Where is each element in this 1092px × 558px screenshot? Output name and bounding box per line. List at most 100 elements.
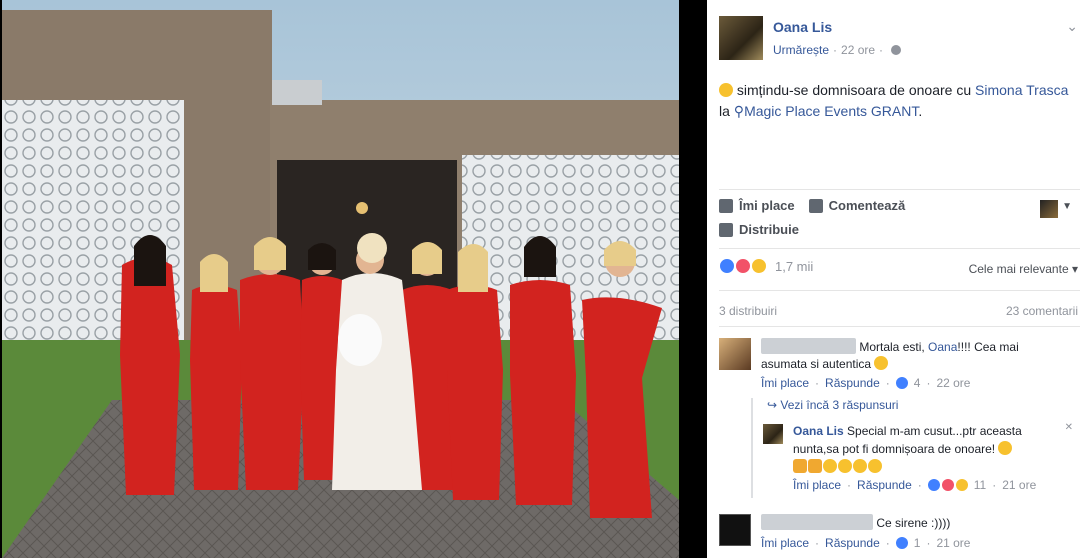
reply-author-name[interactable]: Oana Lis xyxy=(793,424,844,438)
sort-dropdown[interactable]: Cele mai relevante ▾ xyxy=(969,262,1078,276)
more-replies-label: Vezi încă 3 răspunsuri xyxy=(780,398,899,412)
post-time[interactable]: 22 ore xyxy=(841,43,875,57)
like-button-label: Îmi place xyxy=(739,198,795,213)
blurred-name xyxy=(761,338,856,354)
commenter-avatar[interactable] xyxy=(719,514,751,546)
viewer-avatar[interactable] xyxy=(1040,200,1058,218)
author-name[interactable]: Oana Lis xyxy=(773,19,832,35)
comment-text: Ce sirene :)))) xyxy=(876,516,951,530)
comment-item: Mortala esti, Oana!!!! Cea mai asumata s… xyxy=(719,338,1079,398)
divider xyxy=(719,290,1080,291)
reply-time[interactable]: 21 ore xyxy=(1002,478,1036,492)
comment-time[interactable]: 22 ore xyxy=(936,376,970,390)
post-meta: Urmărește · 22 ore · xyxy=(773,43,902,57)
comment-mention[interactable]: Oana xyxy=(928,340,957,354)
separator: · xyxy=(847,478,852,492)
meta-separator: · xyxy=(833,43,838,57)
comment-body: Ce sirene :)))) xyxy=(761,514,1061,532)
separator: · xyxy=(885,376,890,390)
comments-count[interactable]: 23 comentarii xyxy=(1006,304,1078,318)
comment-like-link[interactable]: Îmi place xyxy=(761,536,809,550)
thread-line xyxy=(751,398,753,498)
flexed-biceps-icon xyxy=(793,459,807,473)
meta-separator: · xyxy=(879,43,884,57)
reply-author-avatar[interactable] xyxy=(763,424,783,444)
divider xyxy=(719,248,1080,249)
separator: · xyxy=(992,478,997,492)
reply-actions: Îmi place · Răspunde · 11 · 21 ore xyxy=(793,478,1036,492)
like-button[interactable]: Îmi place xyxy=(719,198,795,213)
globe-icon[interactable] xyxy=(891,45,902,55)
shares-count[interactable]: 3 distribuiri xyxy=(719,304,777,318)
separator: · xyxy=(917,478,922,492)
comment-bubble-icon xyxy=(808,198,823,213)
comment-reply-link[interactable]: Răspunde xyxy=(825,536,880,550)
comment-body: Mortala esti, Oana!!!! Cea mai asumata s… xyxy=(761,338,1061,373)
comment-reaction-count[interactable]: 1 xyxy=(914,536,921,550)
grinning-face-icon xyxy=(823,459,837,473)
reply-emojis xyxy=(793,459,883,474)
flexed-biceps-icon xyxy=(808,459,822,473)
separator: · xyxy=(885,536,890,550)
follow-link[interactable]: Urmărește xyxy=(773,43,829,57)
commenter-avatar[interactable] xyxy=(719,338,751,370)
thumbs-up-icon xyxy=(719,198,733,213)
reply-like-link[interactable]: Îmi place xyxy=(793,478,841,492)
smiling-face-with-halo-icon xyxy=(838,459,852,473)
comment-like-link[interactable]: Îmi place xyxy=(761,376,809,390)
share-arrow-icon xyxy=(719,222,733,237)
reactions-count[interactable]: 1,7 mii xyxy=(775,259,813,274)
status-prefix: simțindu-se domnisoara de onoare cu xyxy=(736,82,972,98)
comment-reply-link[interactable]: Răspunde xyxy=(825,376,880,390)
wedding-photo xyxy=(2,0,679,558)
separator: · xyxy=(926,376,931,390)
more-replies-link[interactable]: ↪ Vezi încă 3 răspunsuri xyxy=(767,398,898,412)
comment-reaction-count[interactable]: 4 xyxy=(914,376,921,390)
wow-reaction-icon xyxy=(751,258,767,274)
share-button-label: Distribuie xyxy=(739,222,799,237)
author-avatar[interactable] xyxy=(719,16,763,60)
smiling-face-with-halo-icon xyxy=(868,459,882,473)
chevron-down-icon[interactable]: ▼ xyxy=(1062,201,1072,212)
map-pin-icon: ⚲ xyxy=(733,103,745,119)
reactions-summary[interactable]: 1,7 mii xyxy=(719,258,813,274)
photo-viewer[interactable] xyxy=(0,0,707,558)
separator: · xyxy=(815,536,820,550)
reply-item: Oana Lis Special m-am cusut...ptr aceast… xyxy=(763,422,1073,496)
comment-button-label: Comentează xyxy=(828,198,906,213)
post-status: simțindu-se domnisoara de onoare cu Simo… xyxy=(719,80,1074,122)
like-reaction-icon xyxy=(895,537,908,549)
tagged-person-link[interactable]: Simona Trasca xyxy=(975,82,1068,98)
reply-reaction-count[interactable]: 11 xyxy=(974,478,986,492)
blurred-name xyxy=(761,514,873,530)
status-at-word: la xyxy=(719,103,730,119)
like-reaction-icon xyxy=(895,377,908,389)
post-sidebar: Oana Lis Urmărește · 22 ore · ⌄ simțindu… xyxy=(707,0,1092,558)
haha-reaction-icon xyxy=(955,479,968,491)
like-reaction-icon xyxy=(927,479,940,491)
caret-down-icon: ▾ xyxy=(1071,262,1078,276)
comment-actions: Îmi place · Răspunde · 4 · 22 ore xyxy=(761,376,970,390)
smiling-face-with-halo-icon xyxy=(853,459,867,473)
divider xyxy=(719,189,1080,190)
status-period: . xyxy=(918,103,923,119)
reply-reply-link[interactable]: Răspunde xyxy=(857,478,912,492)
sort-dropdown-label: Cele mai relevante xyxy=(968,262,1069,276)
action-bar: Îmi place Comentează xyxy=(719,198,905,213)
chevron-down-icon[interactable]: ⌄ xyxy=(1066,18,1078,35)
smile-emoji-icon xyxy=(719,83,733,97)
smile-emoji-icon xyxy=(998,441,1013,455)
separator: · xyxy=(815,376,820,390)
reply-arrow-icon: ↪ xyxy=(767,398,778,412)
love-reaction-icon xyxy=(735,258,751,274)
separator: · xyxy=(926,536,931,550)
share-button[interactable]: Distribuie xyxy=(719,222,799,237)
comment-button[interactable]: Comentează xyxy=(808,198,906,213)
love-reaction-icon xyxy=(941,479,954,491)
comment-time[interactable]: 21 ore xyxy=(936,536,970,550)
close-icon[interactable]: ✕ xyxy=(1065,422,1073,433)
comment-text-start: Mortala esti, xyxy=(859,340,929,354)
reply-body: Oana Lis Special m-am cusut...ptr aceast… xyxy=(793,422,1061,476)
place-link[interactable]: Magic Place Events GRANT xyxy=(744,103,918,119)
divider xyxy=(719,326,1080,327)
